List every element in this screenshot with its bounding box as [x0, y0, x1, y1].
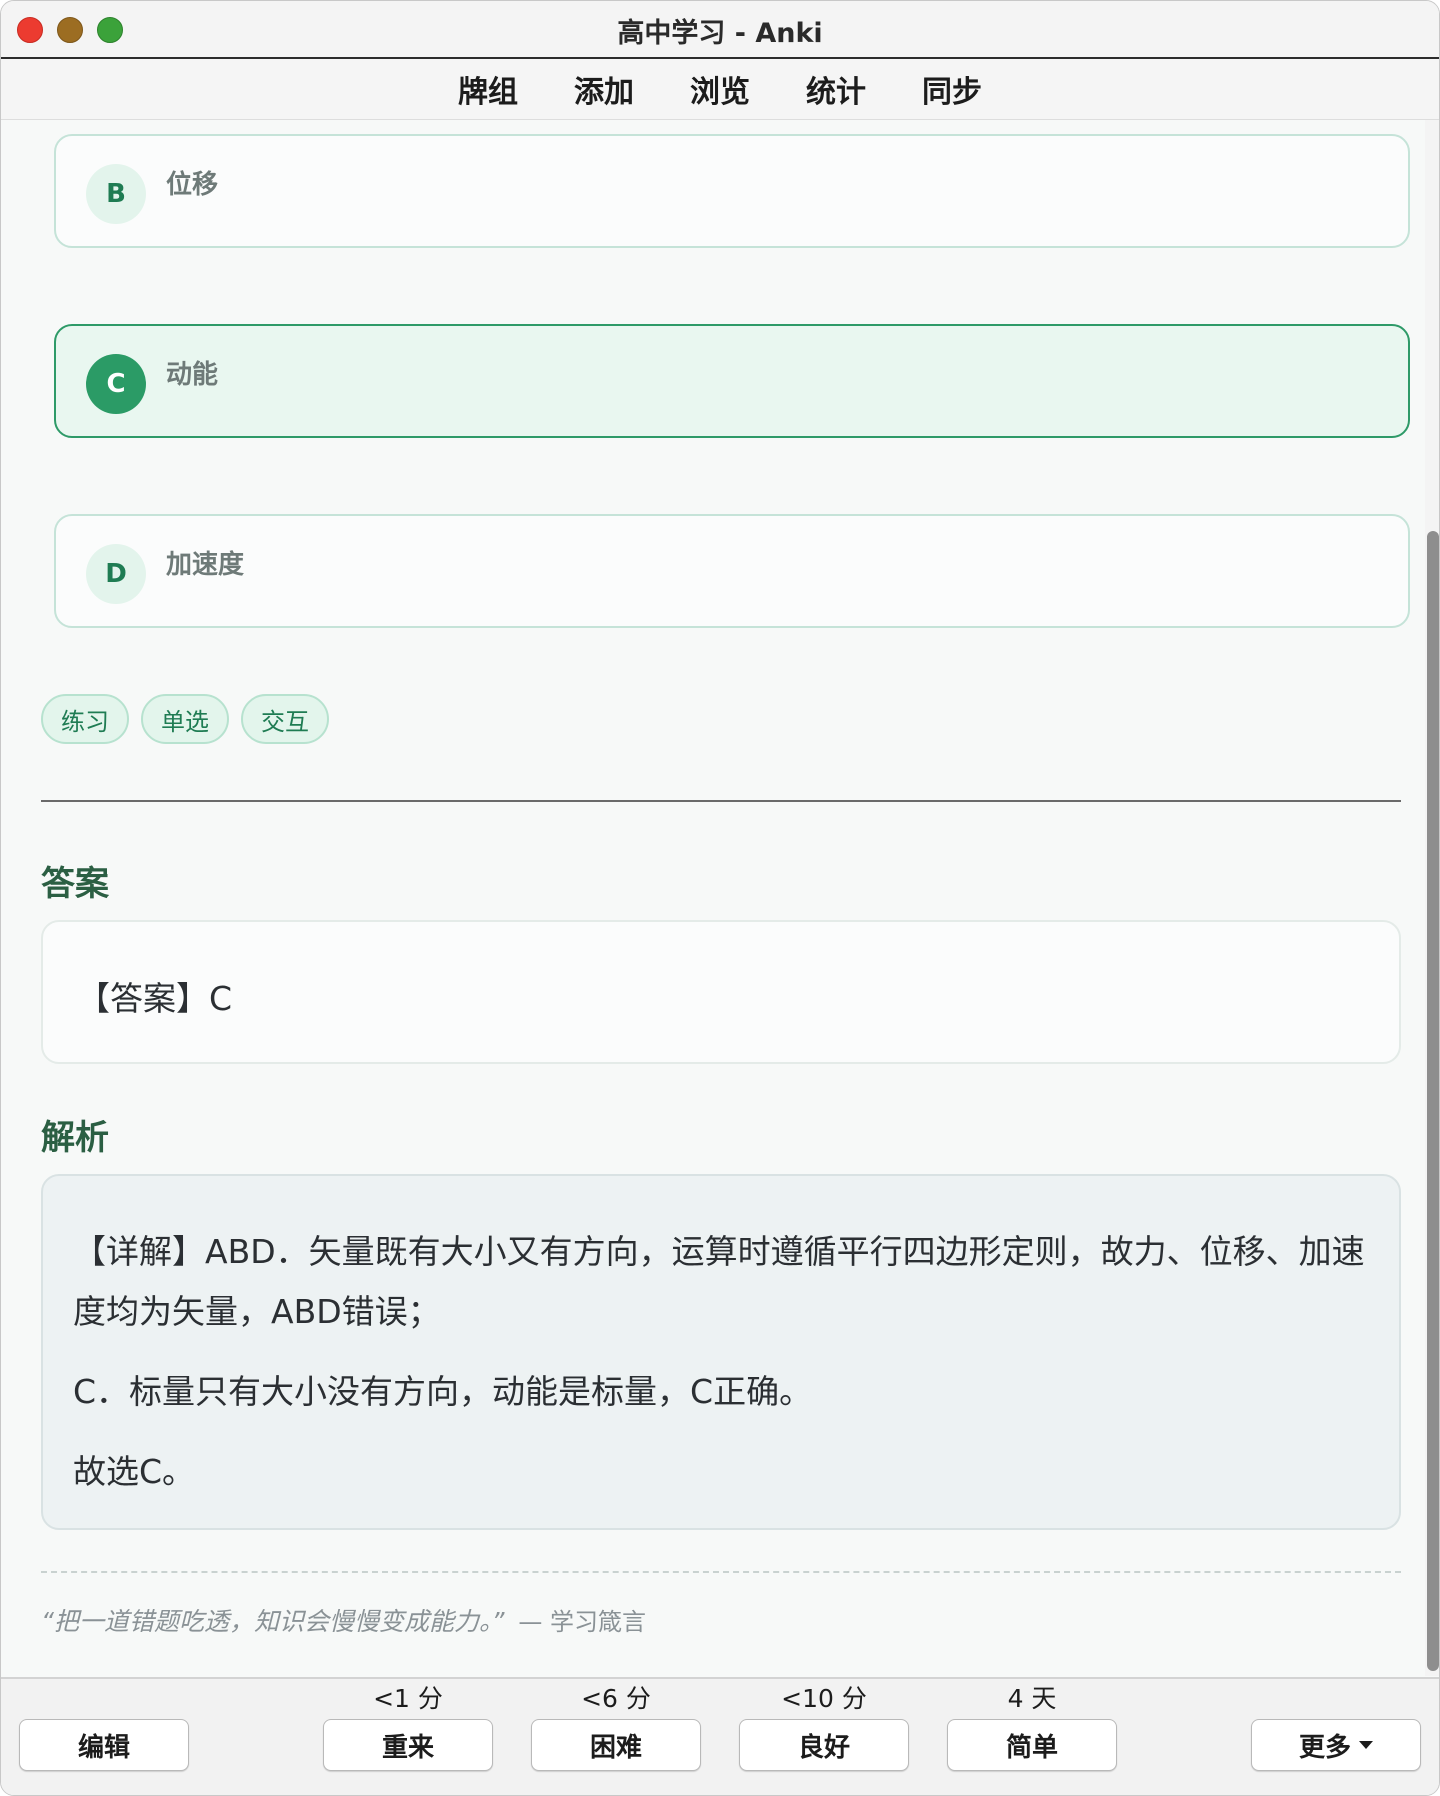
title-bar: 高中学习 - Anki — [1, 1, 1439, 59]
again-interval: <1 分 — [373, 1684, 443, 1713]
tag: 练习 — [41, 694, 129, 744]
good-button[interactable]: 良好 — [739, 1719, 909, 1771]
toolbar-add[interactable]: 添加 — [546, 67, 662, 111]
toolbar-sync[interactable]: 同步 — [894, 67, 1010, 111]
caret-down-icon — [1359, 1741, 1373, 1749]
window-title: 高中学习 - Anki — [617, 18, 823, 49]
main-toolbar: 牌组 添加 浏览 统计 同步 — [1, 59, 1439, 120]
good-interval: <10 分 — [781, 1684, 867, 1713]
option-letter: B — [86, 164, 146, 224]
motto-quote: “把一道错题吃透，知识会慢慢变成能力。” — 学习箴言 — [41, 1602, 646, 1638]
explanation-paragraph: 【详解】ABD．矢量既有大小又有方向，运算时遵循平行四边形定则，故力、位移、加速… — [73, 1232, 1365, 1331]
tag-list: 练习 单选 交互 — [41, 694, 329, 744]
option-b[interactable]: B 位移 — [54, 134, 1410, 248]
explanation-box: 【详解】ABD．矢量既有大小又有方向，运算时遵循平行四边形定则，故力、位移、加速… — [41, 1174, 1401, 1530]
card-content: B 位移 C 动能 D 加速度 练习 单选 交互 答案 【答案】C 解析 【详解… — [1, 120, 1425, 1676]
explanation-paragraph: C．标量只有大小没有方向，动能是标量，C正确。 — [73, 1372, 813, 1411]
again-button[interactable]: 重来 — [323, 1719, 493, 1771]
option-text: 加速度 — [166, 550, 245, 580]
option-letter: D — [86, 544, 146, 604]
option-text: 动能 — [166, 360, 219, 390]
tag: 交互 — [241, 694, 329, 744]
more-button[interactable]: 更多 — [1251, 1719, 1421, 1771]
explanation-heading: 解析 — [41, 1118, 109, 1158]
quote-text: “把一道错题吃透，知识会慢慢变成能力。” — [41, 1607, 505, 1636]
answer-divider — [41, 800, 1401, 802]
tag: 单选 — [141, 694, 229, 744]
hard-interval: <6 分 — [581, 1684, 651, 1713]
edit-button[interactable]: 编辑 — [19, 1719, 189, 1771]
toolbar-stats[interactable]: 统计 — [778, 67, 894, 111]
hard-button[interactable]: 困难 — [531, 1719, 701, 1771]
explanation-paragraph: 故选C。 — [73, 1452, 196, 1491]
quote-source: — 学习箴言 — [518, 1608, 647, 1636]
option-d[interactable]: D 加速度 — [54, 514, 1410, 628]
anki-window: 高中学习 - Anki 牌组 添加 浏览 统计 同步 B 位移 C 动能 D 加… — [0, 0, 1440, 1796]
option-letter: C — [86, 354, 146, 414]
option-text: 位移 — [166, 170, 219, 200]
review-bottom-bar: 编辑 <1 分 重来 <6 分 困难 <10 分 良好 4 天 简单 更多 — [1, 1677, 1439, 1795]
toolbar-decks[interactable]: 牌组 — [430, 67, 546, 111]
answer-box: 【答案】C — [41, 920, 1401, 1064]
quote-divider — [41, 1571, 1401, 1573]
toolbar-browse[interactable]: 浏览 — [662, 67, 778, 111]
easy-button[interactable]: 简单 — [947, 1719, 1117, 1771]
scrollbar-thumb[interactable] — [1427, 531, 1439, 1671]
more-label: 更多 — [1298, 1732, 1351, 1763]
easy-interval: 4 天 — [1007, 1684, 1057, 1713]
answer-text: 【答案】C — [77, 979, 233, 1018]
answer-heading: 答案 — [41, 864, 109, 904]
option-c[interactable]: C 动能 — [54, 324, 1410, 438]
